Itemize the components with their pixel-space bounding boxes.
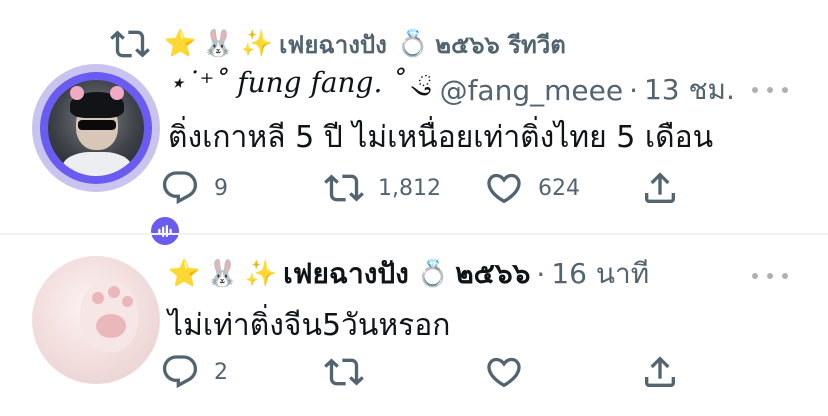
- handle[interactable]: @fang_meee: [440, 74, 624, 107]
- retweet-button[interactable]: 1,812: [324, 164, 441, 212]
- tweet-header: ⭐ 🐰 ✨ เฟยฉางปัง 💍 ๒๕๖๖ · 16 นาที: [168, 254, 649, 294]
- tweet[interactable]: ⭐ 🐰 ✨ เฟยฉางปัง 💍 ๒๕๖๖ · 16 นาที ไม่เท่า…: [0, 236, 828, 416]
- share-icon: [645, 172, 675, 203]
- share-button[interactable]: [640, 164, 680, 212]
- separator: ·: [536, 257, 546, 291]
- like-button[interactable]: 624: [484, 164, 580, 212]
- rabbit-emoji: 🐰: [206, 259, 239, 289]
- display-name-text: เฟยฉางปัง: [283, 257, 409, 290]
- share-button[interactable]: [640, 348, 680, 396]
- divider: [0, 233, 828, 235]
- display-name-suffix: ๒๕๖๖: [455, 257, 531, 290]
- retweet-icon: [324, 174, 364, 202]
- timestamp[interactable]: 16 นาที: [551, 252, 649, 296]
- retweet-count: 1,812: [378, 175, 441, 201]
- tweet-actions: 2: [160, 348, 700, 396]
- timestamp[interactable]: 13 ชม.: [644, 68, 735, 112]
- reply-count: 9: [214, 175, 228, 201]
- more-options-icon[interactable]: [752, 270, 788, 282]
- heart-icon: [487, 357, 521, 388]
- reply-icon: [162, 355, 198, 389]
- tweet-text: ติ่งเกาหลี 5 ปี ไม่เหนื่อยเท่าติ่งไทย 5 …: [168, 120, 714, 155]
- retweet-suffix: ๒๕๖๖ รีทวีต: [435, 30, 566, 59]
- avatar[interactable]: [32, 256, 160, 384]
- like-count: 624: [538, 175, 580, 201]
- tweet[interactable]: ⭐ 🐰 ✨ เฟยฉางปัง 💍 ๒๕๖๖ รีทวีต ⋆˙⁺˚ fung …: [0, 0, 828, 248]
- tweet-actions: 9 1,812 624: [160, 164, 700, 212]
- ring-emoji: 💍: [416, 259, 450, 289]
- separator: ·: [629, 73, 638, 107]
- retweet-icon: [324, 358, 364, 386]
- retweet-button[interactable]: [324, 348, 378, 396]
- heart-icon: [487, 173, 521, 204]
- sparkles-emoji: ✨: [244, 259, 278, 289]
- display-name[interactable]: ⭐ 🐰 ✨ เฟยฉางปัง 💍 ๒๕๖๖: [168, 252, 530, 296]
- star-emoji: ⭐: [168, 259, 201, 289]
- tweet-text: ไม่เท่าติ่งจีน5วันหรอก: [168, 308, 451, 343]
- more-options-icon[interactable]: [752, 84, 788, 96]
- reply-icon: [162, 171, 198, 205]
- reply-button[interactable]: 2: [160, 348, 228, 396]
- avatar[interactable]: [32, 64, 182, 248]
- share-icon: [645, 356, 675, 387]
- tweet-header: ⋆˙⁺˚ fung fang. ˚ ུ @fang_meee · 13 ชม.: [168, 66, 735, 112]
- reply-count: 2: [214, 359, 228, 385]
- reply-button[interactable]: 9: [160, 164, 228, 212]
- like-button[interactable]: [484, 348, 538, 396]
- profile-photo: [48, 80, 144, 176]
- retweet-icon: [110, 30, 150, 58]
